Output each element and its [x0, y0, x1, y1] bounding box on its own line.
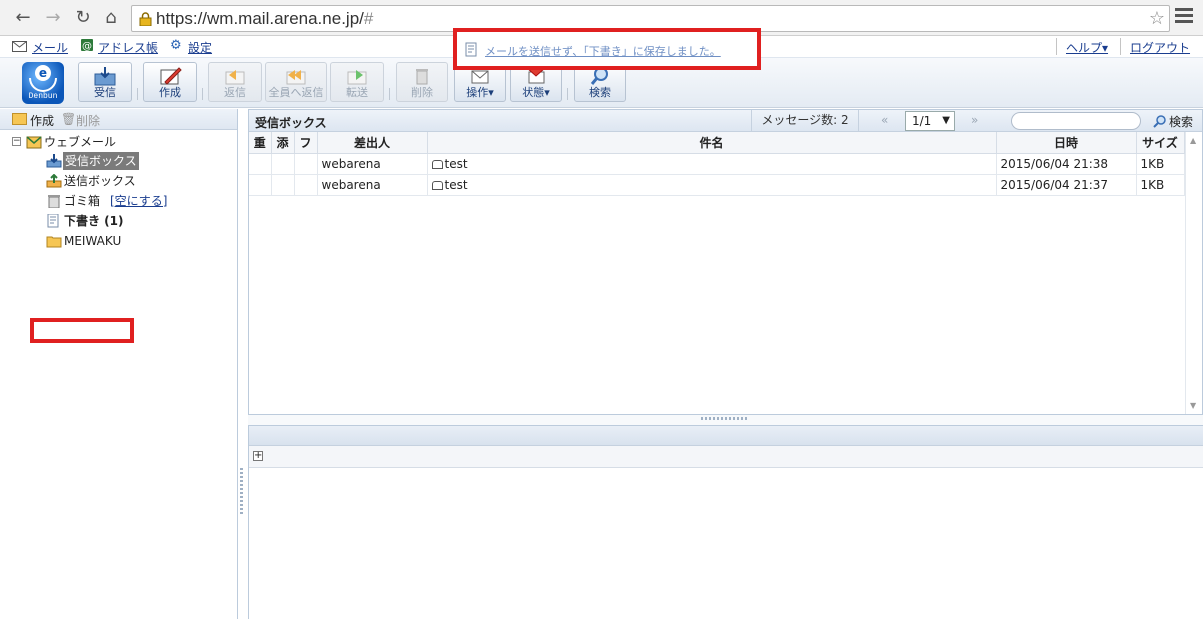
list-scrollbar[interactable]: ▲ ▼: [1185, 132, 1202, 414]
horizontal-splitter[interactable]: [248, 415, 1203, 425]
reply-icon: [225, 70, 245, 85]
trash-icon: [48, 195, 60, 208]
envelope-icon: [431, 180, 443, 190]
delete-folder-button[interactable]: 削除: [76, 112, 100, 129]
reply-button[interactable]: 返信: [208, 62, 262, 102]
mail-icon: [12, 41, 27, 52]
draft-icon: [47, 214, 59, 228]
folder-icon: [46, 236, 62, 248]
receive-icon: [94, 67, 116, 86]
prev-page-button[interactable]: «: [881, 113, 888, 127]
forward-icon[interactable]: →: [42, 7, 64, 29]
gear-icon: ⚙: [170, 38, 182, 53]
folder-create-icon: [12, 113, 27, 125]
preview-panel: +: [248, 425, 1203, 619]
envelope-icon: [431, 159, 443, 169]
help-menu[interactable]: ヘルプ▾: [1066, 39, 1108, 56]
url-text: https://wm.mail.arena.ne.jp/: [156, 9, 364, 28]
expand-header-icon[interactable]: +: [253, 451, 263, 461]
scroll-up-icon[interactable]: ▲: [1190, 136, 1196, 145]
save-notification: メールを送信せず、「下書き」に保存しました。: [453, 28, 761, 70]
next-page-button[interactable]: »: [971, 113, 978, 127]
home-icon[interactable]: ⌂: [100, 7, 122, 29]
drafts-highlight: [30, 318, 134, 343]
row-from: webarena: [317, 153, 428, 175]
col-subject[interactable]: 件名: [427, 132, 997, 154]
row-subject: test: [444, 177, 468, 192]
message-count: メッセージ数: 2: [751, 110, 859, 131]
bookmark-star-icon[interactable]: ☆: [1149, 8, 1165, 29]
url-hash: #: [363, 9, 374, 28]
reply-all-icon: [286, 70, 306, 85]
empty-trash-link[interactable]: [空にする]: [110, 192, 167, 210]
delete-button[interactable]: 削除: [396, 62, 448, 102]
draft-icon: [465, 42, 477, 57]
table-row[interactable]: webarena test 2015/06/04 21:38 1KB: [249, 153, 1185, 175]
table-row[interactable]: webarena test 2015/06/04 21:37 1KB: [249, 174, 1185, 196]
col-from[interactable]: 差出人: [317, 132, 428, 154]
reload-icon[interactable]: ↻: [72, 7, 94, 29]
addressbook-link[interactable]: アドレス帳: [98, 39, 158, 56]
compose-button[interactable]: 作成: [143, 62, 197, 102]
row-date: 2015/06/04 21:38: [996, 153, 1137, 175]
table-header-row: 重 添 フ 差出人 件名 日時 サイズ: [249, 132, 1185, 154]
folder-panel: 作成 🗑 削除 − ウェブメール 受信ボックス 送信ボックス ゴミ箱 [空にする…: [0, 109, 238, 619]
row-subject: test: [444, 156, 468, 171]
inbox-icon: [46, 154, 62, 168]
row-subject-cell: test: [427, 153, 997, 175]
col-size[interactable]: サイズ: [1136, 132, 1185, 154]
browser-menu-icon[interactable]: [1175, 8, 1193, 26]
list-title: 受信ボックス: [255, 116, 327, 130]
col-priority[interactable]: 重: [249, 132, 272, 154]
folder-panel-header: 作成 🗑 削除: [0, 109, 237, 130]
mail-link[interactable]: メール: [32, 39, 68, 56]
addressbook-icon: @: [81, 39, 93, 52]
reply-all-button[interactable]: 全員へ返信: [265, 62, 327, 102]
row-from: webarena: [317, 174, 428, 196]
vertical-splitter-grip[interactable]: [240, 468, 243, 514]
pager: « 1/1 ▼ »: [867, 111, 997, 131]
create-folder-button[interactable]: 作成: [30, 112, 54, 129]
list-search-input[interactable]: [1011, 112, 1141, 130]
settings-link[interactable]: 設定: [188, 39, 212, 56]
trash-icon: [416, 69, 428, 85]
row-subject-cell: test: [427, 174, 997, 196]
message-list-header: 受信ボックス メッセージ数: 2 « 1/1 ▼ » 検索: [249, 110, 1202, 132]
row-size: 1KB: [1136, 153, 1185, 175]
row-date: 2015/06/04 21:37: [996, 174, 1137, 196]
forward-icon: [347, 70, 367, 85]
message-table: 重 添 フ 差出人 件名 日時 サイズ webarena test 2015/0…: [249, 132, 1185, 196]
trash-icon: 🗑: [61, 112, 77, 126]
outbox-icon: [46, 174, 62, 188]
message-list-panel: 受信ボックス メッセージ数: 2 « 1/1 ▼ » 検索 重 添 フ 差出人 件…: [248, 109, 1203, 415]
scroll-down-icon[interactable]: ▼: [1190, 401, 1196, 410]
row-size: 1KB: [1136, 174, 1185, 196]
tree-collapse-icon[interactable]: −: [12, 137, 21, 146]
notification-text[interactable]: メールを送信せず、「下書き」に保存しました。: [485, 43, 721, 59]
col-flag[interactable]: フ: [294, 132, 318, 154]
logout-link[interactable]: ログアウト: [1130, 39, 1190, 56]
lock-icon: [139, 12, 152, 26]
denbun-logo: e Denbun: [22, 62, 64, 104]
preview-header: [249, 426, 1203, 446]
col-attach[interactable]: 添: [271, 132, 295, 154]
receive-button[interactable]: 受信: [78, 62, 132, 102]
compose-icon: [160, 67, 182, 85]
search-icon: [1153, 115, 1166, 128]
back-icon[interactable]: ←: [12, 7, 34, 29]
webmail-icon: [26, 136, 42, 149]
preview-toolbar: +: [249, 446, 1203, 468]
col-date[interactable]: 日時: [996, 132, 1137, 154]
page-select[interactable]: 1/1 ▼: [905, 111, 955, 131]
forward-button[interactable]: 転送: [330, 62, 384, 102]
svg-text:@: @: [82, 41, 92, 52]
